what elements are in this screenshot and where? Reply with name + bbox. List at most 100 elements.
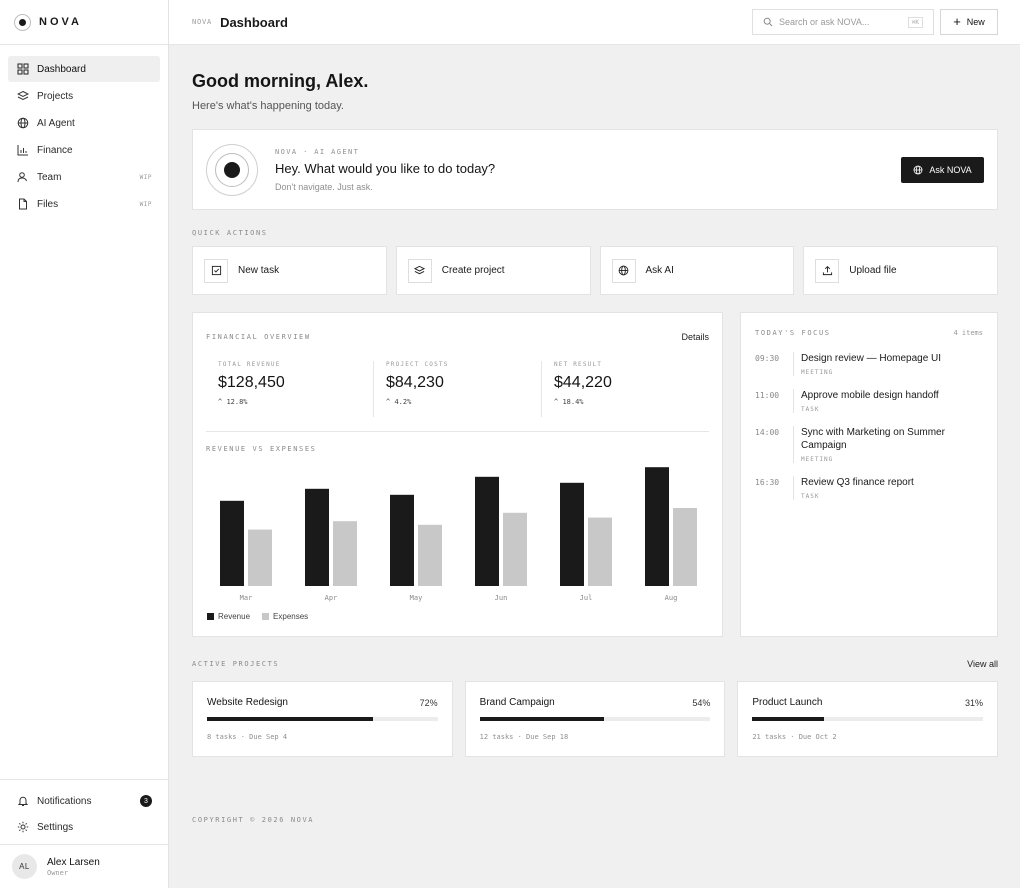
view-all-link[interactable]: View all <box>967 659 998 669</box>
focus-item[interactable]: 14:00 Sync with Marketing on Summer Camp… <box>755 426 983 463</box>
active-projects: Website Redesign 72% 8 tasks · Due Sep 4… <box>192 681 999 757</box>
details-link[interactable]: Details <box>681 332 709 342</box>
focus-tag: MEETING <box>801 369 834 376</box>
x-tick-label: Jul <box>580 594 593 602</box>
metric-value: $84,230 <box>386 374 444 391</box>
sidebar-item-label: Files <box>37 198 59 210</box>
bar-revenue-jun <box>475 476 499 586</box>
focus-item[interactable]: 16:30 Review Q3 finance report TASK <box>755 476 983 500</box>
brand[interactable]: NOVA <box>0 0 168 45</box>
progress-bar <box>479 717 711 721</box>
bar-revenue-aug <box>645 467 669 586</box>
todays-focus-label: TODAY'S FOCUS <box>755 328 831 337</box>
focus-time: 16:30 <box>755 478 780 487</box>
bar-revenue-apr <box>305 488 329 586</box>
sidebar-item-dashboard[interactable]: Dashboard <box>8 56 160 82</box>
project-meta: 8 tasks · Due Sep 4 <box>207 733 288 741</box>
metric-project-costs: PROJECT COSTS $84,230 ^ 4.2% <box>374 361 542 417</box>
project-meta: 12 tasks · Due Sep 18 <box>479 733 569 741</box>
notification-count-badge: 3 <box>140 795 152 807</box>
ai-agent-card: NOVA · AI AGENT Hey. What would you like… <box>192 129 998 210</box>
sidebar-item-label: Team <box>37 171 62 183</box>
sidebar-item-label: AI Agent <box>37 117 75 129</box>
focus-time: 09:30 <box>755 354 780 363</box>
bar-revenue-jul <box>560 482 584 586</box>
metric-total-revenue: TOTAL REVENUE $128,450 ^ 12.8% <box>206 361 374 417</box>
upload-icon <box>815 258 840 283</box>
sidebar-item-notifications[interactable]: Notifications 3 <box>8 788 160 814</box>
focus-count: 4 items <box>953 328 983 337</box>
focus-item[interactable]: 11:00 Approve mobile design handoff TASK <box>755 389 983 413</box>
quick-action-create-project[interactable]: Create project <box>395 246 591 295</box>
project-card[interactable]: Product Launch 31% 21 tasks · Due Oct 2 <box>737 681 999 757</box>
search-shortcut: ⌘K <box>907 16 923 28</box>
quick-action-upload-file[interactable]: Upload file <box>803 246 998 295</box>
legend-label: Expenses <box>273 612 309 621</box>
quick-action-ask-ai[interactable]: Ask AI <box>599 246 795 295</box>
new-button-label: New <box>966 17 985 27</box>
bell-icon <box>16 795 29 808</box>
legend-item-revenue: Revenue <box>207 612 250 621</box>
nova-logo-icon <box>14 13 31 31</box>
user-profile[interactable]: AL Alex Larsen Owner <box>0 844 168 888</box>
revenue-expenses-chart: Mar Apr May Jun Jul Aug <box>220 467 697 602</box>
bar-expenses-apr <box>333 521 357 586</box>
sidebar-item-files[interactable]: Files WIP <box>8 191 160 217</box>
focus-tag: MEETING <box>801 456 834 463</box>
financial-overview-card: FINANCIAL OVERVIEW Details TOTAL REVENUE… <box>192 312 723 637</box>
sidebar-item-label: Dashboard <box>37 63 86 75</box>
sidebar-item-settings[interactable]: Settings <box>8 814 160 840</box>
sidebar-item-projects[interactable]: Projects <box>8 83 160 109</box>
agent-orb-icon <box>206 143 258 196</box>
quick-actions-label: QUICK ACTIONS <box>192 229 268 237</box>
greeting-subtitle: Here's what's happening today. <box>192 100 344 112</box>
brand-name: NOVA <box>39 16 82 28</box>
agent-question: Hey. What would you like to do today? <box>275 160 496 176</box>
project-percent: 72% <box>419 697 438 708</box>
focus-title: Approve mobile design handoff <box>801 390 939 401</box>
plus-icon: + <box>953 13 961 29</box>
progress-bar <box>752 717 984 721</box>
metric-label: TOTAL REVENUE <box>218 361 281 368</box>
quick-action-new-task[interactable]: New task <box>192 246 387 295</box>
gear-icon <box>16 821 29 834</box>
bar-expenses-jun <box>503 512 527 586</box>
globe-icon <box>913 165 923 174</box>
bar-expenses-jul <box>588 517 612 586</box>
sidebar-bottom: Notifications 3 Settings AL Alex Larsen … <box>0 779 168 888</box>
bar-chart-icon <box>16 144 29 157</box>
ask-nova-button[interactable]: Ask NOVA <box>901 156 984 183</box>
layers-icon <box>407 258 432 283</box>
project-card[interactable]: Website Redesign 72% 8 tasks · Due Sep 4 <box>192 681 453 757</box>
breadcrumb[interactable]: NOVA <box>192 18 212 26</box>
metric-label: NET RESULT <box>554 361 603 368</box>
user-icon <box>16 171 29 184</box>
financial-metrics: TOTAL REVENUE $128,450 ^ 12.8% PROJECT C… <box>206 361 709 417</box>
sidebar-item-ai-agent[interactable]: AI Agent <box>8 110 160 136</box>
focus-item[interactable]: 09:30 Design review — Homepage UI MEETIN… <box>755 352 983 376</box>
metric-delta: ^ 4.2% <box>386 398 412 406</box>
topbar: NOVA Dashboard Search or ask NOVA... ⌘K … <box>169 0 1020 45</box>
project-name: Product Launch <box>752 697 823 708</box>
focus-time: 11:00 <box>755 391 780 400</box>
project-card[interactable]: Brand Campaign 54% 12 tasks · Due Sep 18 <box>464 681 726 757</box>
project-name: Website Redesign <box>207 697 288 708</box>
sidebar-item-finance[interactable]: Finance <box>8 137 160 163</box>
new-button[interactable]: + New <box>940 9 998 35</box>
bar-revenue-mar <box>220 500 244 586</box>
progress-bar <box>207 717 438 721</box>
search-input[interactable]: Search or ask NOVA... ⌘K <box>752 9 934 35</box>
x-tick-label: Apr <box>325 594 338 602</box>
sidebar-item-team[interactable]: Team WIP <box>8 164 160 190</box>
legend-label: Revenue <box>218 612 251 621</box>
divider <box>206 431 709 432</box>
bar-revenue-may <box>390 494 414 586</box>
focus-title: Review Q3 finance report <box>801 477 914 488</box>
sidebar-nav: Dashboard Projects AI Agent Finance Team <box>0 45 168 217</box>
progress-fill <box>479 717 605 721</box>
chart-title: REVENUE VS EXPENSES <box>206 445 317 453</box>
avatar: AL <box>12 854 37 879</box>
focus-title: Sync with Marketing on Summer Campaign <box>801 427 945 451</box>
copyright: COPYRIGHT © 2026 NOVA <box>192 816 315 824</box>
project-name: Brand Campaign <box>479 697 555 708</box>
